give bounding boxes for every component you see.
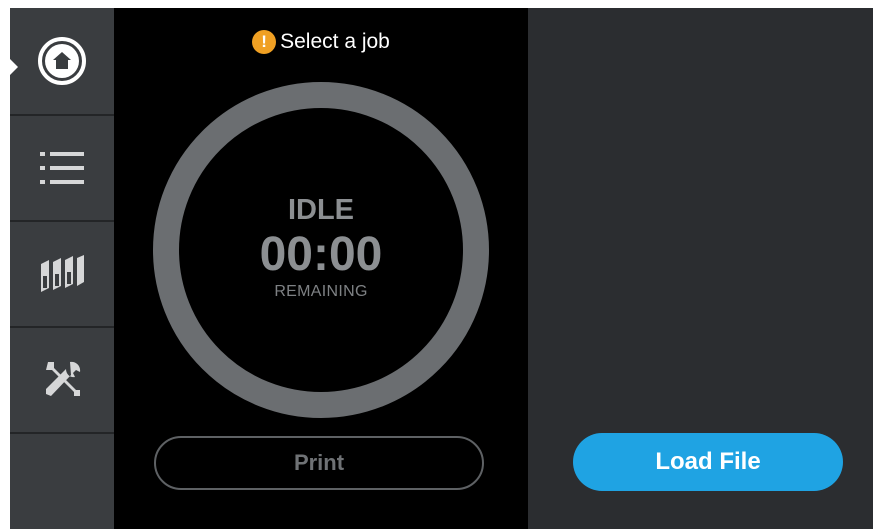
sidebar-item-materials[interactable]: [10, 221, 114, 328]
printer-state: IDLE: [287, 193, 355, 226]
screen-border-right: [873, 0, 881, 529]
job-panel: ! Select a job IDLE 00:00 REMAINING Prin…: [114, 8, 528, 529]
progress-ring: IDLE 00:00 REMAINING: [150, 79, 492, 421]
print-button[interactable]: Print: [154, 436, 484, 490]
list-icon: [40, 151, 84, 184]
file-panel: Load File: [528, 8, 873, 529]
sidebar-item-list[interactable]: [10, 115, 114, 222]
home-icon: [38, 37, 86, 85]
tools-icon: [46, 361, 81, 396]
sidebar-item-home[interactable]: [9, 8, 114, 116]
status-text: Select a job: [280, 30, 390, 53]
sidebar-item-tools[interactable]: [10, 327, 114, 434]
load-file-button[interactable]: Load File: [573, 433, 843, 491]
job-status-message: ! Select a job: [114, 30, 528, 54]
active-indicator: [9, 58, 18, 76]
time-remaining: 00:00: [259, 227, 383, 281]
filament-spools-icon: [41, 254, 84, 292]
screen-border-top: [0, 0, 881, 8]
warning-icon: !: [252, 30, 277, 54]
timer-readout: IDLE 00:00 REMAINING: [150, 79, 492, 421]
printer-screen: ! Select a job IDLE 00:00 REMAINING Prin…: [0, 0, 881, 529]
screen-border-left: [0, 0, 10, 529]
time-caption: REMAINING: [274, 282, 368, 300]
sidebar-nav: [9, 8, 114, 529]
